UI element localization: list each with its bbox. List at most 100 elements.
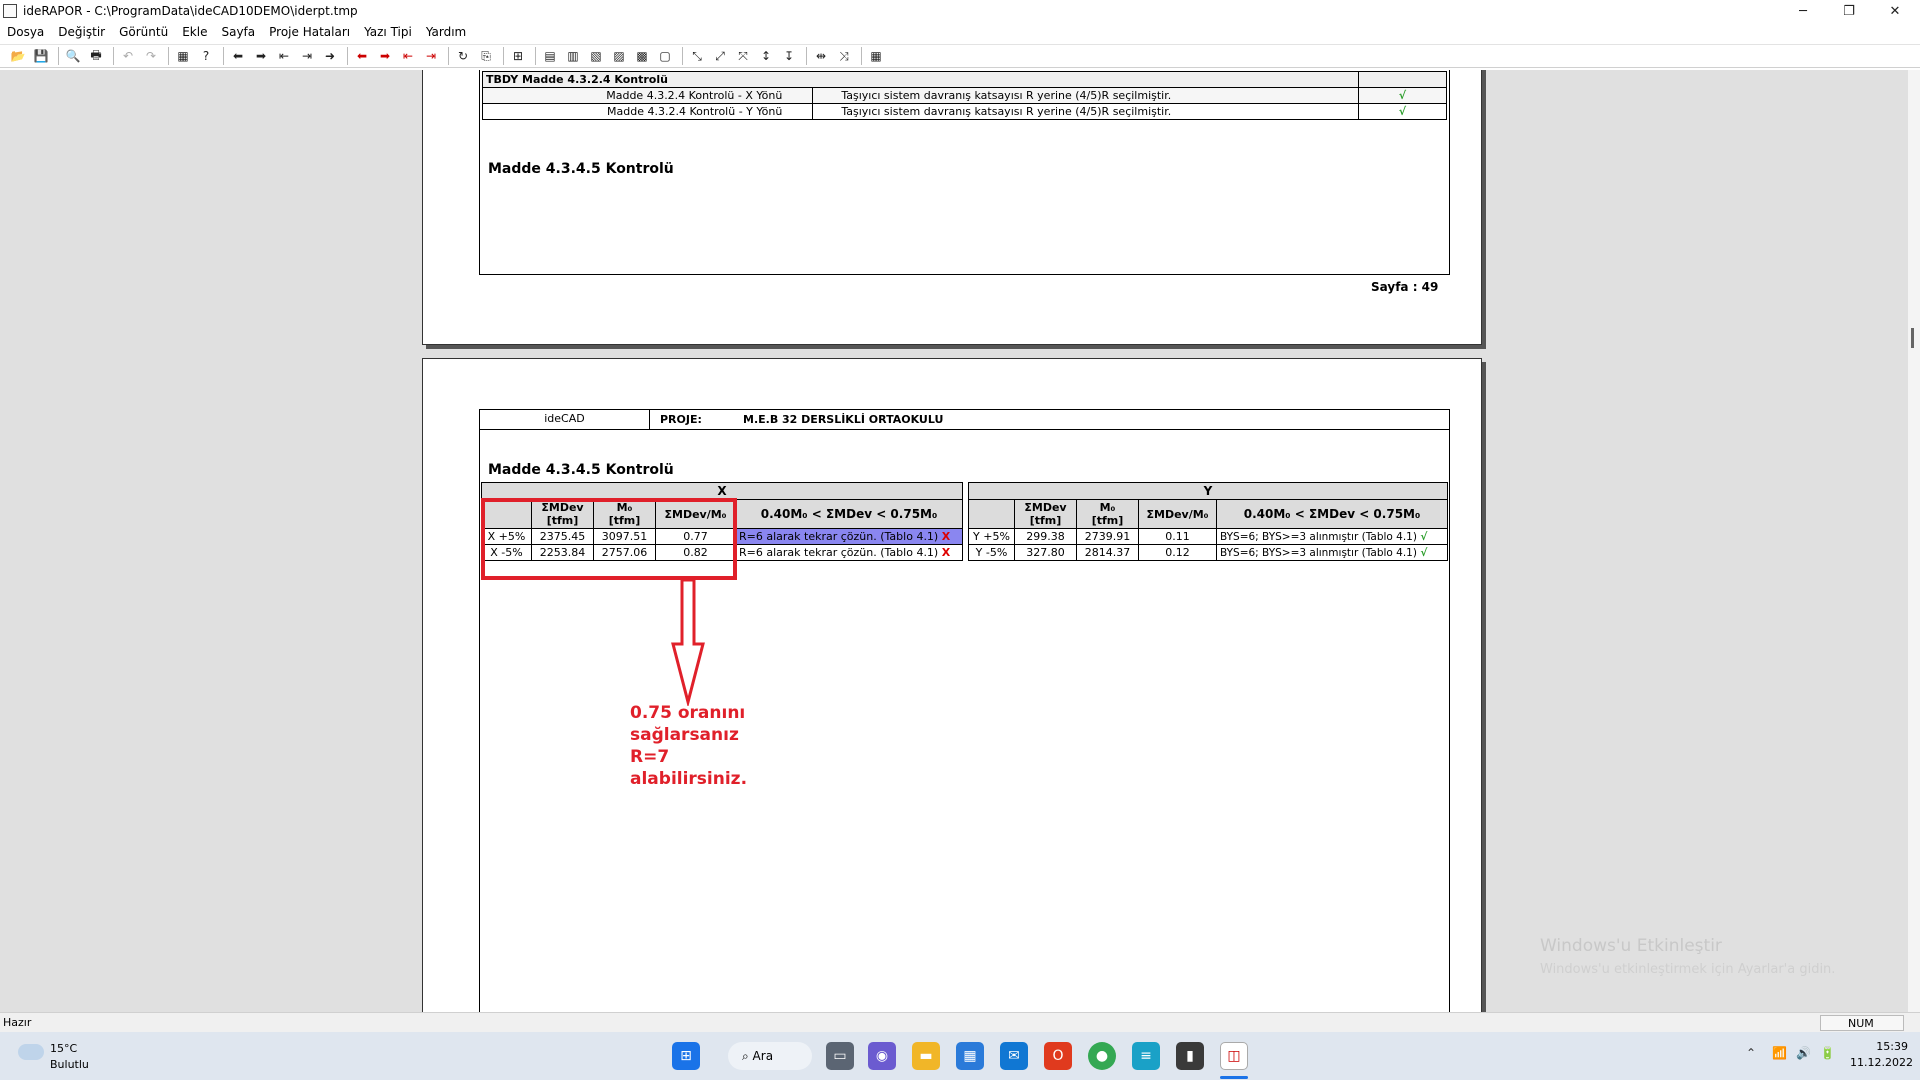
chevron-up-icon[interactable]: ⌃ bbox=[1746, 1046, 1756, 1060]
redo-icon[interactable]: ↷ bbox=[141, 47, 161, 65]
menu-proje-hatalari[interactable]: Proje Hataları bbox=[262, 25, 357, 39]
menu-dosya[interactable]: Dosya bbox=[0, 25, 51, 39]
search-button[interactable]: ⌕ Ara bbox=[728, 1042, 812, 1070]
row-label: Y +5% bbox=[968, 528, 1015, 545]
menu-ekle[interactable]: Ekle bbox=[175, 25, 214, 39]
clock-date[interactable]: 11.12.2022 bbox=[1850, 1056, 1913, 1069]
wifi-icon[interactable]: 📶 bbox=[1772, 1046, 1787, 1060]
red-last-icon[interactable]: ⇥ bbox=[421, 47, 441, 65]
undo-icon[interactable]: ↶ bbox=[118, 47, 138, 65]
last-icon[interactable]: ⇥ bbox=[297, 47, 317, 65]
menu-yardim[interactable]: Yardım bbox=[419, 25, 473, 39]
zoom-3-icon[interactable]: ⤧ bbox=[733, 47, 753, 65]
fit-page-icon[interactable]: ⤨ bbox=[834, 47, 854, 65]
toolbar: 📂 💾 🔍 🖶 ↶ ↷ ▦ ? ⬅ ➡ ⇤ ⇥ ➜ ⬅ ➡ ⇤ ⇥ ↻ ⎘ ⊞ … bbox=[0, 44, 1920, 68]
search-icon: ⌕ bbox=[742, 1048, 753, 1063]
section-title: Madde 4.3.4.5 Kontrolü bbox=[488, 462, 674, 478]
menu-degistir[interactable]: Değiştir bbox=[51, 25, 112, 39]
cell-result: BYS=6; BYS>=3 alınmıştır (Tablo 4.1) √ bbox=[1216, 544, 1448, 561]
battery-icon[interactable]: 🔋 bbox=[1820, 1046, 1835, 1060]
store-icon[interactable]: ▦ bbox=[956, 1042, 984, 1070]
col-ratio: ΣMDev/M₀ bbox=[1138, 499, 1217, 529]
proje-label: PROJE: bbox=[660, 413, 702, 426]
office-icon[interactable]: O bbox=[1044, 1042, 1072, 1070]
zoom-1-icon[interactable]: ⤡ bbox=[687, 47, 707, 65]
file-explorer-icon[interactable]: ▬ bbox=[912, 1042, 940, 1070]
layout-6-icon[interactable]: ▢ bbox=[655, 47, 675, 65]
save-icon[interactable]: 💾 bbox=[31, 47, 51, 65]
table-row-desc: Taşıyıcı sistem davranış katsayısı R yer… bbox=[812, 103, 1359, 120]
close-button[interactable]: ✕ bbox=[1872, 0, 1918, 22]
zoom-5-icon[interactable]: ↧ bbox=[779, 47, 799, 65]
result-text: R=6 alarak tekrar çözün. (Tablo 4.1) bbox=[739, 530, 939, 543]
check-icon: √ bbox=[1420, 530, 1428, 543]
teams-chat-icon[interactable]: ◉ bbox=[868, 1042, 896, 1070]
cell-result: R=6 alarak tekrar çözün. (Tablo 4.1) X bbox=[735, 544, 963, 561]
toolbar-separator bbox=[168, 47, 169, 65]
vertical-scrollbar[interactable] bbox=[1908, 70, 1920, 1012]
arrow-right-icon[interactable]: ➡ bbox=[251, 47, 271, 65]
cloud-icon[interactable] bbox=[18, 1044, 44, 1060]
page-header: ideCAD PROJE: M.E.B 32 DERSLİKLİ ORTAOKU… bbox=[480, 410, 1449, 430]
check-icon: √ bbox=[1357, 87, 1448, 104]
app-icon bbox=[3, 4, 17, 18]
menu-sayfa[interactable]: Sayfa bbox=[214, 25, 262, 39]
page-frame: ideCAD PROJE: M.E.B 32 DERSLİKLİ ORTAOKU… bbox=[479, 409, 1450, 1012]
layout-5-icon[interactable]: ▩ bbox=[632, 47, 652, 65]
refresh-icon[interactable]: ↻ bbox=[453, 47, 473, 65]
report-page-49: TBDY Madde 4.3.2.4 Kontrolü Madde 4.3.2.… bbox=[422, 70, 1482, 345]
cell-m0: 2814.37 bbox=[1076, 544, 1139, 561]
page-setup-icon[interactable]: ▦ bbox=[173, 47, 193, 65]
menu-yazi-tipi[interactable]: Yazı Tipi bbox=[357, 25, 419, 39]
row-label: Y -5% bbox=[968, 544, 1015, 561]
chrome-icon[interactable]: ● bbox=[1088, 1042, 1116, 1070]
clock-time[interactable]: 15:39 bbox=[1856, 1040, 1908, 1053]
start-windows-icon[interactable]: ⊞ bbox=[672, 1042, 700, 1070]
toolbar-separator bbox=[347, 47, 348, 65]
toolbar-separator bbox=[806, 47, 807, 65]
scrollbar-thumb[interactable] bbox=[1911, 328, 1914, 348]
weather-desc[interactable]: Bulutlu bbox=[50, 1058, 89, 1071]
cell-result: BYS=6; BYS>=3 alınmıştır (Tablo 4.1) √ bbox=[1216, 528, 1448, 545]
help-icon[interactable]: ? bbox=[196, 47, 216, 65]
layout-3-icon[interactable]: ▧ bbox=[586, 47, 606, 65]
cross-icon: X bbox=[941, 530, 951, 543]
red-arrow-right-icon[interactable]: ➡ bbox=[375, 47, 395, 65]
notepad-icon[interactable]: ≡ bbox=[1132, 1042, 1160, 1070]
layout-2-icon[interactable]: ▥ bbox=[563, 47, 583, 65]
red-first-icon[interactable]: ⇤ bbox=[398, 47, 418, 65]
goto-icon[interactable]: ➜ bbox=[320, 47, 340, 65]
section-title: Madde 4.3.4.5 Kontrolü bbox=[488, 161, 674, 177]
print-preview-icon[interactable]: 🔍 bbox=[63, 47, 83, 65]
task-view-icon[interactable]: ▭ bbox=[826, 1042, 854, 1070]
maximize-button[interactable]: ❐ bbox=[1826, 0, 1872, 22]
volume-icon[interactable]: 🔊 bbox=[1796, 1046, 1811, 1060]
report-page-50: ideCAD PROJE: M.E.B 32 DERSLİKLİ ORTAOKU… bbox=[422, 358, 1482, 1012]
calculator-icon[interactable]: ▦ bbox=[866, 47, 886, 65]
mail-icon[interactable]: ✉ bbox=[1000, 1042, 1028, 1070]
x-header: X bbox=[481, 482, 963, 500]
export-icon[interactable]: ⎘ bbox=[476, 47, 496, 65]
app-bars-icon[interactable]: ▮ bbox=[1176, 1042, 1204, 1070]
fit-width-icon[interactable]: ⇹ bbox=[811, 47, 831, 65]
menu-goruntu[interactable]: Görüntü bbox=[112, 25, 175, 39]
tree-icon[interactable]: ⊞ bbox=[508, 47, 528, 65]
layout-1-icon[interactable]: ▤ bbox=[540, 47, 560, 65]
zoom-2-icon[interactable]: ⤢ bbox=[710, 47, 730, 65]
document-workspace[interactable]: TBDY Madde 4.3.2.4 Kontrolü Madde 4.3.2.… bbox=[0, 70, 1908, 1012]
layout-4-icon[interactable]: ▨ bbox=[609, 47, 629, 65]
zoom-4-icon[interactable]: ↕ bbox=[756, 47, 776, 65]
toolbar-separator bbox=[535, 47, 536, 65]
tbdy-4324-table: TBDY Madde 4.3.2.4 Kontrolü Madde 4.3.2.… bbox=[481, 71, 1448, 120]
first-icon[interactable]: ⇤ bbox=[274, 47, 294, 65]
minimize-button[interactable]: ─ bbox=[1780, 0, 1826, 22]
open-folder-icon[interactable]: 📂 bbox=[8, 47, 28, 65]
print-icon[interactable]: 🖶 bbox=[86, 47, 106, 65]
red-arrow-left-icon[interactable]: ⬅ bbox=[352, 47, 372, 65]
weather-temp[interactable]: 15°C bbox=[50, 1042, 77, 1055]
active-app-indicator bbox=[1220, 1076, 1248, 1079]
arrow-left-icon[interactable]: ⬅ bbox=[228, 47, 248, 65]
result-text: BYS=6; BYS>=3 alınmıştır (Tablo 4.1) bbox=[1220, 530, 1417, 543]
toolbar-separator bbox=[448, 47, 449, 65]
iderapor-taskbar-icon[interactable]: ◫ bbox=[1220, 1042, 1248, 1070]
